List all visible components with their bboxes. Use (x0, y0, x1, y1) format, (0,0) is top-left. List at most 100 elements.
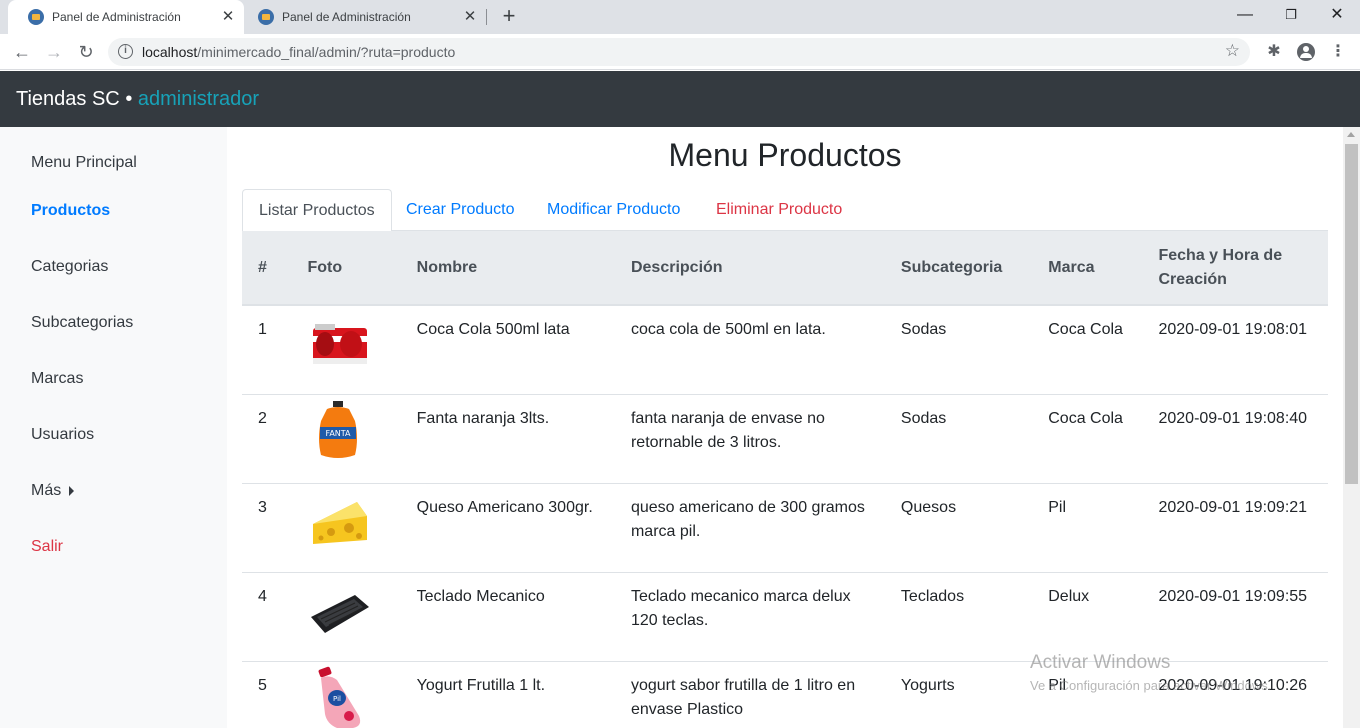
browser-tab[interactable]: Panel de Administración ✕ (238, 0, 488, 34)
profile-avatar-icon[interactable] (1297, 43, 1315, 61)
sidebar-item-categorias[interactable]: Categorias (31, 258, 108, 276)
sidebar-item-label: Más (31, 482, 62, 499)
cell-fecha: 2020-09-01 19:10:26 (1142, 660, 1328, 728)
bookmark-star-icon[interactable]: ☆ (1225, 41, 1240, 61)
navbar-brand[interactable]: Tiendas SC • administrador (16, 88, 259, 111)
new-tab-icon[interactable]: + (500, 5, 518, 28)
column-header-foto: Foto (291, 231, 401, 306)
cell-subcategoria: Teclados (884, 571, 1033, 661)
browser-tab-active[interactable]: Panel de Administración ✕ (8, 0, 244, 34)
cell-num: 1 (242, 304, 292, 394)
close-tab-icon[interactable]: ✕ (462, 9, 478, 25)
cell-descripcion: queso americano de 300 gramos marca pil. (614, 482, 885, 572)
app-navbar: Tiendas SC • administrador (0, 71, 1360, 127)
svg-text:FANTA: FANTA (326, 429, 352, 438)
address-bar[interactable]: i localhost/minimercado_final/admin/?rut… (108, 38, 1250, 66)
reload-icon[interactable]: ↻ (74, 40, 98, 64)
cell-foto (291, 304, 401, 394)
cell-nombre: Yogurt Frutilla 1 lt. (400, 660, 615, 728)
column-header-descripcion: Descripción (614, 231, 885, 306)
table-row: 5 Pil Yogurt Frutilla 1 lt. yogurt sabor… (242, 660, 1328, 728)
browser-tab-title: Panel de Administración (282, 10, 411, 24)
cell-marca: Coca Cola (1032, 393, 1143, 483)
cell-num: 3 (242, 482, 292, 572)
restore-icon[interactable]: ❐ (1268, 4, 1314, 26)
cell-foto (291, 571, 401, 661)
table-header-row: # Foto Nombre Descripción Subcategoria M… (242, 231, 1328, 306)
cell-subcategoria: Quesos (884, 482, 1033, 572)
cell-marca: Delux (1032, 571, 1143, 661)
column-header-marca: Marca (1032, 231, 1143, 306)
cell-foto: FANTA (291, 393, 401, 483)
tab-divider (486, 9, 487, 25)
cell-marca: Coca Cola (1032, 304, 1143, 394)
cell-num: 2 (242, 393, 292, 483)
keyboard-image (311, 594, 370, 633)
caret-right-icon (69, 485, 75, 496)
back-icon[interactable]: ← (10, 40, 34, 64)
yogurt-bottle-image: Pil (319, 666, 361, 728)
sidebar-item-productos[interactable]: Productos (31, 202, 110, 220)
sidebar-item-usuarios[interactable]: Usuarios (31, 426, 94, 444)
cell-fecha: 2020-09-01 19:08:40 (1142, 393, 1328, 483)
column-header-nombre: Nombre (400, 231, 615, 306)
fanta-bottle-image: FANTA (319, 400, 358, 458)
scroll-up-icon[interactable] (1347, 132, 1355, 137)
cell-fecha: 2020-09-01 19:09:55 (1142, 571, 1328, 661)
cell-nombre: Coca Cola 500ml lata (400, 304, 615, 394)
cell-descripcion: Teclado mecanico marca delux 120 teclas. (614, 571, 885, 661)
browser-tabstrip: Panel de Administración ✕ Panel de Admin… (0, 0, 1360, 34)
sidebar-item-subcategorias[interactable]: Subcategorias (31, 314, 133, 332)
cell-descripcion: fanta naranja de envase no retornable de… (614, 393, 885, 483)
brand-name: Tiendas SC (16, 88, 120, 110)
cell-subcategoria: Yogurts (884, 660, 1033, 728)
tab-modificar-producto[interactable]: Modificar Producto (531, 189, 696, 231)
user-role: administrador (137, 88, 260, 110)
cheese-wedge-image (313, 501, 368, 544)
table-row: 4 Teclado Mecanico Teclado mecanico marc… (242, 571, 1328, 661)
minimize-icon[interactable]: — (1222, 4, 1268, 26)
product-tabs: Listar Productos Crear Producto Modifica… (242, 189, 1328, 232)
page-scrollbar[interactable] (1343, 127, 1360, 728)
column-header-num: # (242, 231, 292, 306)
close-window-icon[interactable]: ✕ (1314, 4, 1360, 26)
svg-text:Pil: Pil (333, 695, 341, 703)
sidebar-item-marcas[interactable]: Marcas (31, 370, 83, 388)
column-header-fecha: Fecha y Hora de Creación (1142, 231, 1328, 306)
forward-icon[interactable]: → (42, 40, 66, 64)
site-favicon-icon (258, 9, 274, 25)
products-table: # Foto Nombre Descripción Subcategoria M… (242, 231, 1328, 728)
cell-nombre: Teclado Mecanico (400, 571, 615, 661)
extensions-icon[interactable]: ✱ (1264, 42, 1284, 62)
tab-listar-productos[interactable]: Listar Productos (242, 189, 392, 232)
sidebar: Menu Principal Productos Categorias Subc… (0, 127, 227, 728)
address-url[interactable]: localhost/minimercado_final/admin/?ruta=… (142, 44, 455, 60)
scrollbar-thumb[interactable] (1345, 144, 1358, 484)
brand-separator: • (125, 88, 133, 110)
cell-marca: Pil (1032, 482, 1143, 572)
cell-subcategoria: Sodas (884, 304, 1033, 394)
browser-tab-title: Panel de Administración (52, 10, 181, 24)
cell-num: 5 (242, 660, 292, 728)
table-row: 3 Queso Americano 300gr. queso americano… (242, 482, 1328, 572)
sidebar-item-mas[interactable]: Más (31, 482, 75, 500)
browser-toolbar: ← → ↻ i localhost/minimercado_final/admi… (0, 34, 1360, 70)
cell-num: 4 (242, 571, 292, 661)
cell-foto: Pil (291, 660, 401, 728)
table-row: 1 Coca Cola 500ml lata coca cola de 500m… (242, 304, 1328, 394)
sidebar-item-salir[interactable]: Salir (31, 538, 63, 556)
cell-descripcion: yogurt sabor frutilla de 1 litro en enva… (614, 660, 885, 728)
close-tab-icon[interactable]: ✕ (220, 9, 236, 25)
cell-nombre: Queso Americano 300gr. (400, 482, 615, 572)
site-info-icon[interactable]: i (118, 44, 133, 59)
sidebar-item-menu-principal[interactable]: Menu Principal (31, 154, 137, 172)
tab-eliminar-producto[interactable]: Eliminar Producto (700, 189, 858, 231)
cell-descripcion: coca cola de 500ml en lata. (614, 304, 885, 394)
site-favicon-icon (28, 9, 44, 25)
tab-crear-producto[interactable]: Crear Producto (390, 189, 531, 231)
cell-foto (291, 482, 401, 572)
column-header-subcategoria: Subcategoria (884, 231, 1033, 306)
url-host: localhost (142, 44, 198, 60)
url-path: /minimercado_final/admin/?ruta=producto (197, 44, 456, 60)
browser-menu-icon[interactable]: ⋮ (1328, 42, 1348, 62)
